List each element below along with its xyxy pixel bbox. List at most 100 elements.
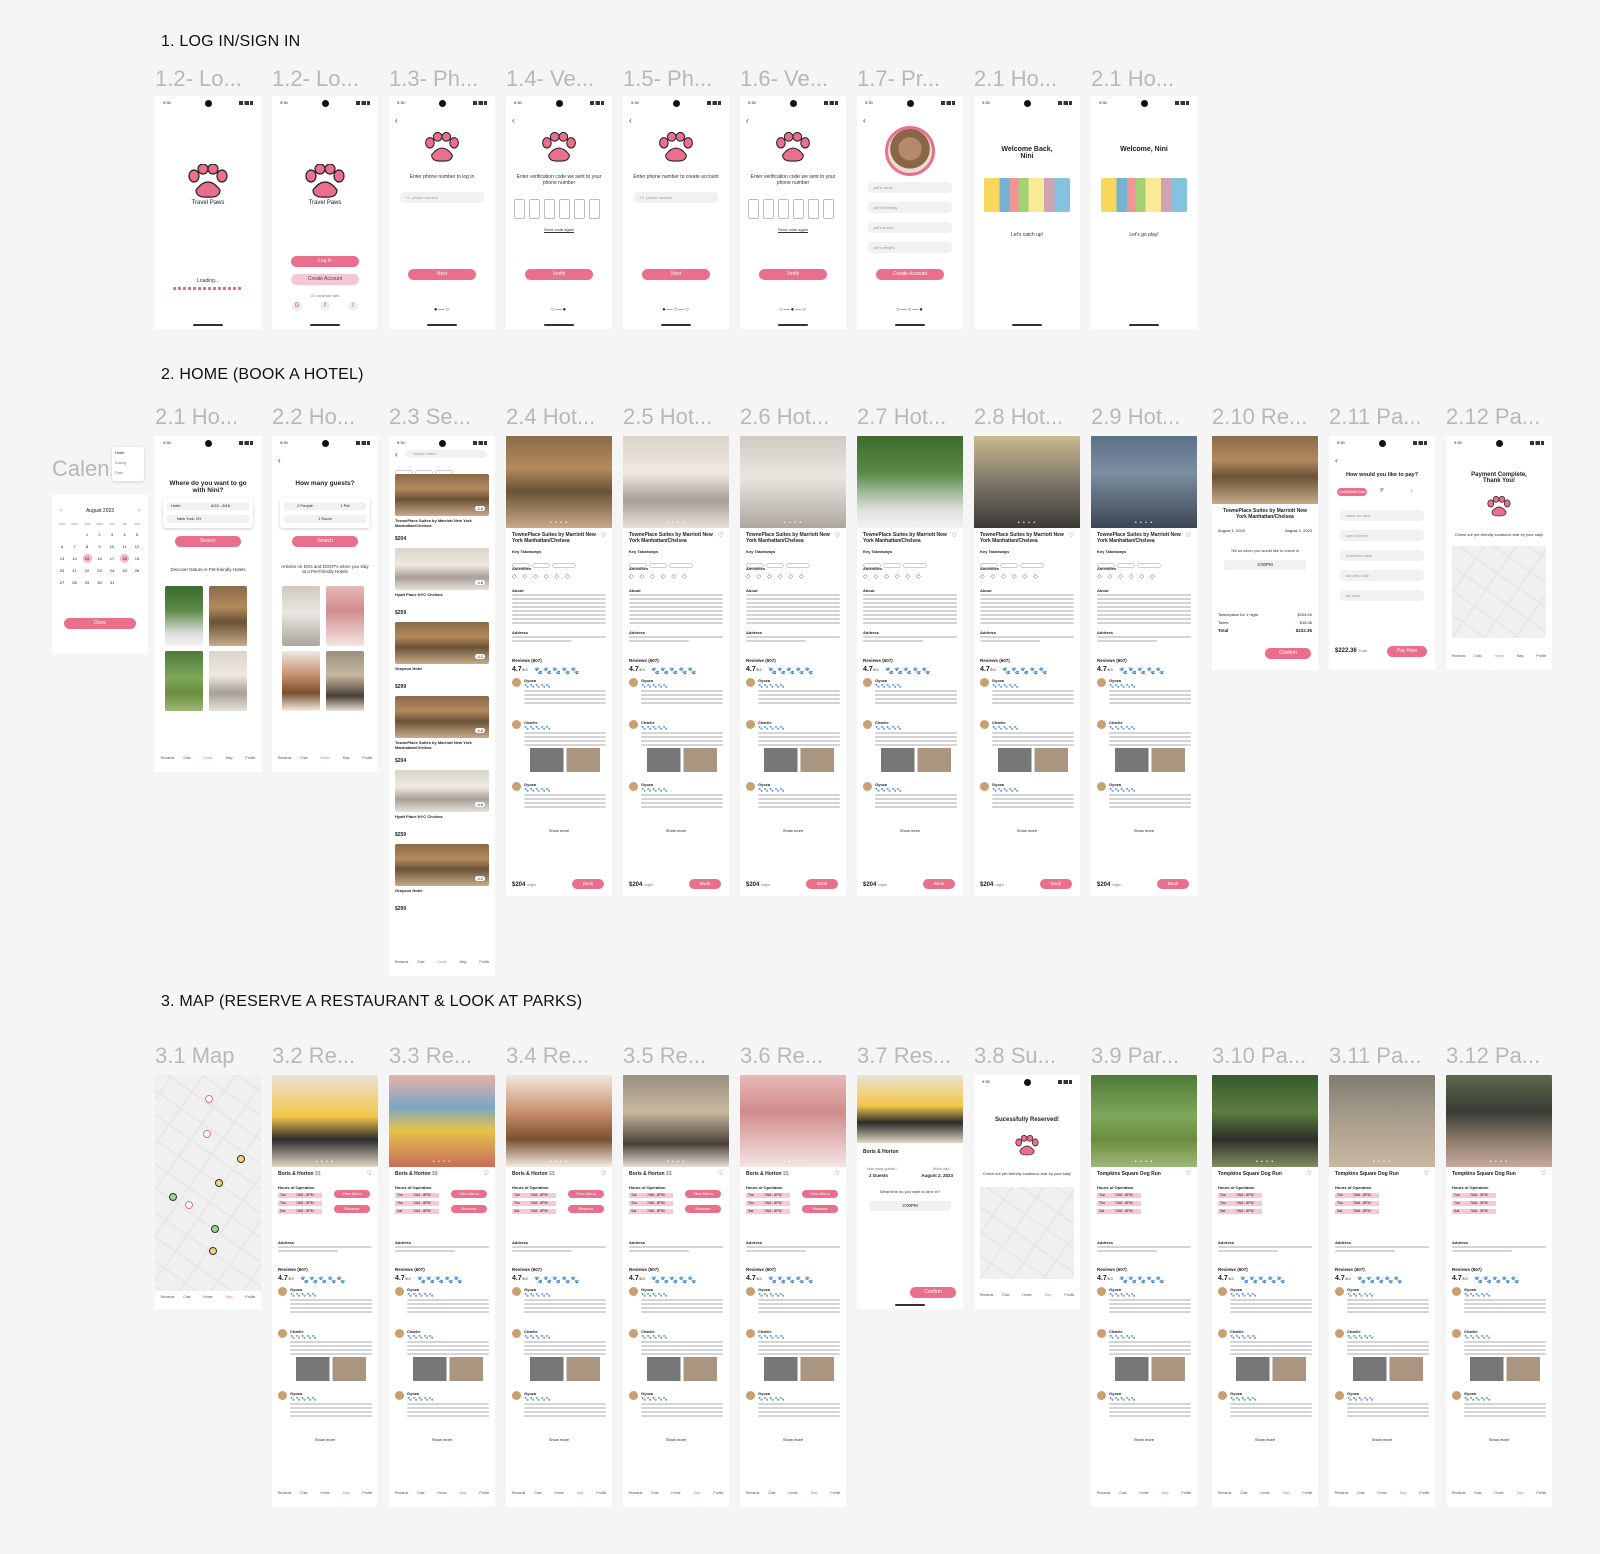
frame-reservation[interactable]: Boris & Horton How many guests? Which da… <box>857 1075 963 1309</box>
favorite-heart-icon[interactable]: ♡ <box>718 532 723 539</box>
bottom-nav[interactable]: Rewards Chat Home Map Profile <box>1446 1491 1552 1501</box>
zip-code-input[interactable]: zip code <box>1339 590 1425 601</box>
pet-breed-input[interactable]: pet's breed <box>867 222 953 233</box>
review-photos[interactable] <box>530 748 600 772</box>
frame-payment[interactable]: 9:30 ‹ How would you like to pay? Credit… <box>1329 436 1435 670</box>
search-button[interactable]: Search <box>292 536 358 547</box>
favorite-heart-icon[interactable]: ♡ <box>1069 532 1074 539</box>
next-button[interactable]: Next <box>642 269 710 280</box>
code-digit-2[interactable] <box>763 199 774 219</box>
photo-pager-dots[interactable]: • • • • <box>740 1159 846 1165</box>
day-value[interactable]: August 2, 2023 <box>921 1173 953 1178</box>
view-menu-button[interactable]: View Menu <box>451 1190 487 1198</box>
pay-now-button[interactable]: Pay Now <box>1387 646 1427 657</box>
show-more-link[interactable]: Show more <box>1212 1437 1318 1442</box>
frame-hotel-detail[interactable]: • • • • TownePlace Suites by Marriott New… <box>740 436 846 896</box>
photo-pager-dots[interactable]: • • • • <box>974 520 1080 526</box>
hotel-marker[interactable] <box>203 1130 211 1138</box>
bottom-nav[interactable]: Rewards Chat Home Map Profile <box>974 1293 1080 1303</box>
hotel-photo[interactable] <box>857 436 963 528</box>
hotel-list-item[interactable]: 4.2 Grayson Hotel $299 <box>395 622 489 692</box>
frame-verify-login[interactable]: 9:30 ‹ Enter verification code we sent t… <box>506 96 612 329</box>
frame-payment-complete[interactable]: 9:30 Payment Complete, Thank You! Check … <box>1446 436 1552 670</box>
pet-birthday-input[interactable]: pet's birthday <box>867 202 953 213</box>
calendar-day[interactable]: 21 <box>70 566 79 575</box>
confirm-button[interactable]: Confirm <box>910 1287 956 1298</box>
calendar-day[interactable]: 28 <box>70 578 79 587</box>
code-digit-5[interactable] <box>808 199 819 219</box>
bottom-nav[interactable]: Rewards Chat Home Map Profile <box>1212 1491 1318 1501</box>
photo-pager-dots[interactable]: • • • • <box>1091 520 1197 526</box>
place-photo[interactable] <box>506 1075 612 1167</box>
review-photos[interactable] <box>647 1357 717 1381</box>
card-number-input[interactable]: card number <box>1339 530 1425 541</box>
facebook-icon[interactable]: f <box>320 301 330 311</box>
show-more-link[interactable]: Show more <box>1091 828 1197 833</box>
calendar-day[interactable]: 31 <box>108 578 117 587</box>
people-select[interactable]: 2 People <box>284 502 326 510</box>
calendar-day[interactable]: 23 <box>95 566 104 575</box>
calendar-day[interactable]: 26 <box>133 566 142 575</box>
hotel-type-select[interactable]: Hotel <box>167 502 209 510</box>
reserve-button[interactable]: Reserve <box>568 1205 604 1213</box>
room-select[interactable]: 1 Room <box>284 515 366 523</box>
nature-image-4[interactable] <box>209 651 247 711</box>
place-photo[interactable] <box>1446 1075 1552 1167</box>
photo-pager-dots[interactable]: • • • • <box>389 1159 495 1165</box>
calendar-day[interactable]: 25 <box>120 566 129 575</box>
nature-image-2[interactable] <box>209 586 247 646</box>
favorite-heart-icon[interactable]: ♡ <box>952 532 957 539</box>
calendar-day[interactable]: 6 <box>58 542 67 551</box>
favorite-heart-icon[interactable]: ♡ <box>718 1170 723 1177</box>
pet-weight-input[interactable]: pet's weight <box>867 242 953 253</box>
calendar-day[interactable]: 15 <box>82 554 92 563</box>
calendar-day[interactable]: 10 <box>108 542 117 551</box>
show-more-link[interactable]: Show more <box>1091 1437 1197 1442</box>
photo-pager-dots[interactable]: • • • • <box>1446 1159 1552 1165</box>
frame-park-detail[interactable]: • • • • Tompkins Square Dog Run ♡ Hours of … <box>1091 1075 1197 1507</box>
calendar-day[interactable]: 30 <box>95 578 104 587</box>
frame-login-options[interactable]: 9:30 Travel Paws Log In Create Account O… <box>272 96 378 329</box>
phone-number-input[interactable]: +1 phone number <box>633 192 719 203</box>
phone-number-input[interactable]: +1 phone number <box>399 192 485 203</box>
place-photo[interactable] <box>1329 1075 1435 1167</box>
photo-pager-dots[interactable]: • • • • <box>506 520 612 526</box>
article-image-1[interactable] <box>282 586 320 646</box>
pet-avatar[interactable] <box>885 126 935 176</box>
calendar-day[interactable]: 9 <box>95 542 104 551</box>
calendar-day[interactable]: 24 <box>108 566 117 575</box>
calendar-day[interactable]: 20 <box>58 566 67 575</box>
frame-phone-create[interactable]: 9:30 ‹ Enter phone number to create acco… <box>623 96 729 329</box>
favorite-heart-icon[interactable]: ♡ <box>601 1170 606 1177</box>
back-arrow-icon[interactable]: ‹ <box>278 456 281 465</box>
calendar-day[interactable]: 12 <box>133 542 142 551</box>
frame-reserved-success[interactable]: 9:30 Sucessfully Reserved! Check out pet… <box>974 1075 1080 1309</box>
frame-hotel-detail[interactable]: • • • • TownePlace Suites by Marriott New… <box>857 436 963 896</box>
filter-chips[interactable] <box>395 462 489 475</box>
bottom-nav[interactable]: Rewards Chat Home Map Profile <box>623 1491 729 1501</box>
frame-park-detail[interactable]: • • • • Tompkins Square Dog Run ♡ Hours of … <box>1329 1075 1435 1507</box>
verify-button[interactable]: Verify <box>525 269 593 280</box>
hotel-list-item[interactable]: 4.8 Hyatt Place NYC Chelsea $259 <box>395 548 489 618</box>
guest-panel[interactable]: 2 People 1 Pet 1 Room <box>280 498 370 528</box>
photo-pager-dots[interactable]: • • • • <box>1212 1159 1318 1165</box>
restaurant-marker[interactable] <box>215 1179 223 1187</box>
favorite-heart-icon[interactable]: ♡ <box>1186 532 1191 539</box>
back-arrow-icon[interactable]: ‹ <box>512 116 515 125</box>
code-digit-1[interactable] <box>514 199 525 219</box>
review-photos[interactable] <box>413 1357 483 1381</box>
show-more-link[interactable]: Show more <box>740 1437 846 1442</box>
code-digit-6[interactable] <box>823 199 834 219</box>
bottom-nav[interactable]: Rewards Chat Home Map Profile <box>272 1491 378 1501</box>
code-digit-1[interactable] <box>748 199 759 219</box>
back-arrow-icon[interactable]: ‹ <box>629 116 632 125</box>
back-arrow-icon[interactable]: ‹ <box>746 116 749 125</box>
next-button[interactable]: Next <box>408 269 476 280</box>
park-marker[interactable] <box>211 1225 219 1233</box>
book-button[interactable]: Book <box>923 879 955 889</box>
restaurant-marker[interactable] <box>237 1155 245 1163</box>
restaurant-marker[interactable] <box>209 1247 217 1255</box>
code-digit-5[interactable] <box>574 199 585 219</box>
hotel-list-item[interactable]: 4.2 Grayson Hotel $299 <box>395 844 489 914</box>
code-digit-4[interactable] <box>793 199 804 219</box>
